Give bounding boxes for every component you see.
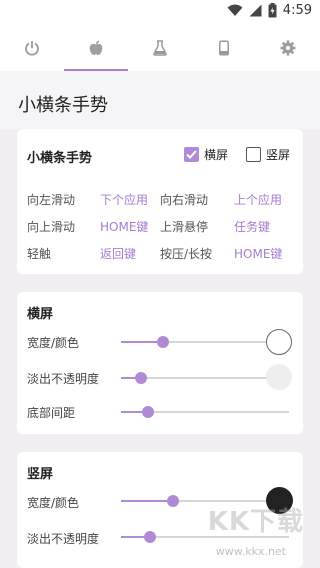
fade-opacity-label: 淡出不透明度 — [27, 532, 100, 546]
gesture-label: 轻触 — [27, 247, 52, 261]
gesture-label: 上滑悬停 — [160, 220, 209, 234]
wifi-icon — [227, 4, 243, 17]
portrait-option[interactable]: 竖屏 — [246, 146, 290, 163]
gesture-card-title: 小横条手势 — [27, 151, 93, 166]
gesture-label: 按压/长按 — [160, 247, 213, 261]
slider-thumb[interactable] — [135, 372, 148, 384]
tab-phone[interactable] — [192, 24, 256, 71]
phone-icon — [218, 40, 230, 56]
signal-icon — [249, 4, 262, 17]
width-slider[interactable] — [121, 336, 289, 348]
portrait-card-title: 竖屏 — [27, 467, 54, 482]
width-color-label: 宽度/颜色 — [27, 496, 80, 510]
clock-text: 4:59 — [282, 3, 312, 18]
gesture-action[interactable]: 返回键 — [100, 245, 136, 262]
fade-color-swatch — [266, 364, 292, 390]
landscape-option[interactable]: 横屏 — [184, 146, 228, 163]
slider-fill — [121, 500, 174, 502]
gear-icon — [280, 40, 296, 56]
flask-icon — [153, 39, 167, 56]
portrait-checkbox[interactable] — [246, 147, 261, 162]
width-color-label: 宽度/颜色 — [27, 336, 80, 350]
battery-icon — [268, 3, 277, 18]
landscape-label: 横屏 — [204, 148, 229, 162]
slider-thumb[interactable] — [141, 406, 154, 418]
gesture-action[interactable]: HOME键 — [100, 218, 148, 235]
status-bar: 4:59 — [0, 0, 320, 24]
check-icon — [186, 150, 197, 159]
fade-opacity-label: 淡出不透明度 — [27, 372, 100, 386]
tab-bar — [0, 24, 320, 71]
slider-thumb[interactable] — [143, 531, 156, 543]
gesture-action[interactable]: 任务键 — [234, 218, 270, 235]
tab-flask[interactable] — [128, 24, 192, 71]
landscape-card: 横屏 宽度/颜色 淡出不透明度 底部间距 — [17, 292, 303, 434]
tab-power[interactable] — [0, 24, 64, 71]
gesture-label: 向左滑动 — [27, 193, 76, 207]
page-header: 小横条手势 — [0, 71, 320, 129]
bottom-spacing-label: 底部间距 — [27, 406, 76, 420]
landscape-card-title: 横屏 — [27, 307, 54, 322]
tab-settings[interactable] — [256, 24, 320, 71]
watermark-url: www.kkx.net — [215, 545, 286, 558]
page-title: 小横条手势 — [18, 95, 108, 116]
gesture-label: 向右滑动 — [160, 193, 209, 207]
status-icons: 4:59 — [227, 3, 312, 18]
fade-opacity-slider[interactable] — [121, 372, 289, 384]
gesture-action[interactable]: 下个应用 — [100, 191, 148, 208]
bottom-spacing-slider[interactable] — [121, 406, 289, 418]
apple-icon — [89, 40, 103, 56]
power-icon — [24, 40, 40, 56]
slider-thumb[interactable] — [167, 495, 180, 507]
landscape-checkbox[interactable] — [184, 147, 199, 162]
portrait-label: 竖屏 — [266, 148, 291, 162]
gesture-action[interactable]: 上个应用 — [234, 191, 282, 208]
color-swatch[interactable] — [266, 329, 292, 355]
tab-apple[interactable] — [64, 24, 128, 71]
watermark-logo: KK下载 www.kkx.net — [196, 504, 316, 564]
watermark-text: KK下载 — [207, 507, 304, 537]
slider-thumb[interactable] — [157, 336, 169, 348]
gesture-action[interactable]: HOME键 — [234, 245, 282, 262]
gesture-card: 小横条手势 横屏 竖屏 向左滑动 下个应用 向右滑动 上个应用 向上滑动 HOM… — [17, 129, 303, 274]
gesture-label: 向上滑动 — [27, 220, 76, 234]
